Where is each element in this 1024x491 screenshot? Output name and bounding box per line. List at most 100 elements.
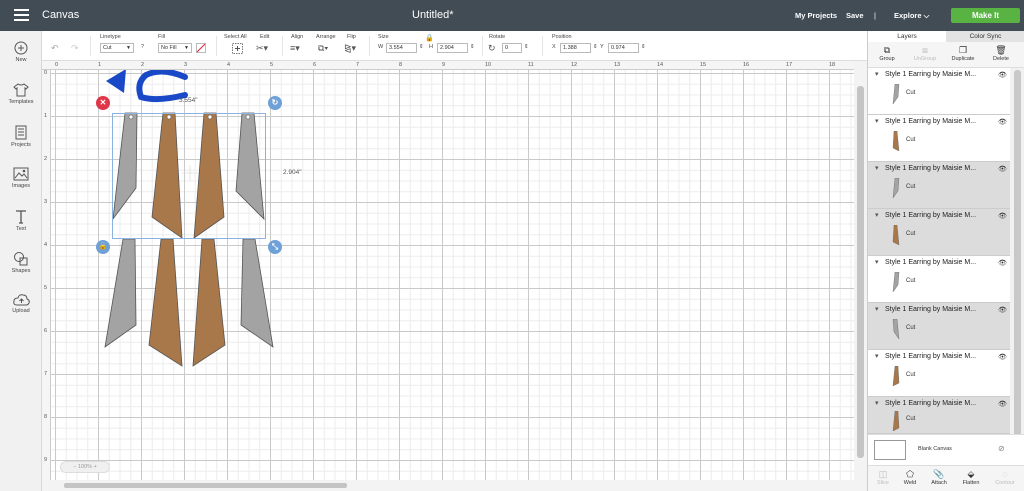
select-all-icon[interactable] [232,43,243,54]
my-projects-link[interactable]: My Projects [795,11,837,20]
ungroup-button[interactable]: ⧈ UnGroup [906,45,944,62]
flatten-button[interactable]: ⬙ Flatten [956,469,986,486]
lock-icon[interactable]: 🔒 [425,34,434,44]
blank-canvas-swatch[interactable] [874,440,906,460]
expand-caret-icon[interactable]: ▾ [875,399,879,407]
sidebar-label-shapes: Shapes [11,268,31,274]
projects-icon [15,125,27,140]
layer-item[interactable]: ▾ Style 1 Earring by Maisie M... 👁 Cut [868,162,1010,209]
sidebar-item-upload[interactable]: Upload [0,293,42,314]
expand-caret-icon[interactable]: ▾ [875,70,879,78]
scissors-icon[interactable]: ✂▾ [256,43,268,53]
horizontal-scrollbar[interactable] [42,480,854,491]
zoom-control[interactable]: − 100% + [60,461,110,473]
x-label: X [552,44,556,50]
layers-scrollbar-thumb[interactable] [1014,70,1021,462]
flip-icon[interactable]: ⧎▾ [344,43,356,53]
sidebar-item-text[interactable]: Text [0,209,42,232]
stepper-icon[interactable]: ⇕ [419,44,424,50]
contour-button[interactable]: ◌ Contour [988,469,1022,486]
expand-caret-icon[interactable]: ▾ [875,305,879,313]
delete-handle-icon[interactable]: ✕ [96,96,110,110]
edit-label: Edit [260,34,270,40]
eye-icon[interactable]: 👁 [998,353,1007,361]
height-input[interactable]: 2.904 [437,43,468,53]
delete-button[interactable]: 🗑 Delete [982,45,1020,62]
sidebar-item-shapes[interactable]: Shapes [0,251,42,274]
eye-icon[interactable]: 👁 [998,306,1007,314]
layers-scrollbar[interactable] [1010,68,1024,464]
zoom-out-icon[interactable]: − [73,464,76,470]
earring-piece-brown[interactable] [192,238,226,367]
earring-piece-grey[interactable] [104,238,137,348]
eye-icon[interactable]: 👁 [998,212,1007,220]
eye-slash-icon[interactable]: ⊘ [998,444,1005,453]
zoom-in-icon[interactable]: + [94,464,97,470]
duplicate-button[interactable]: ❐ Duplicate [944,45,982,62]
stepper-icon[interactable]: ⇕ [593,44,598,50]
slice-button[interactable]: ◫ Slice [868,469,898,486]
sidebar-item-templates[interactable]: Templates [0,83,42,105]
attach-button[interactable]: 📎 Attach [924,469,954,486]
expand-caret-icon[interactable]: ▾ [875,352,879,360]
group-button[interactable]: ⧉ Group [868,45,906,62]
resize-handle-icon[interactable]: ⤡ [268,240,282,254]
sidebar-item-new[interactable]: New [0,41,42,63]
help-icon[interactable]: ? [141,44,144,50]
hamburger-menu-icon[interactable] [14,9,29,21]
eye-icon[interactable]: 👁 [998,165,1007,173]
linetype-select[interactable]: Cut ▼ [100,43,134,53]
rotate-handle-icon[interactable]: ↻ [268,96,282,110]
weld-button[interactable]: ⬠ Weld [895,469,925,486]
expand-caret-icon[interactable]: ▾ [875,164,879,172]
eye-icon[interactable]: 👁 [998,118,1007,126]
tab-layers[interactable]: Layers [868,31,946,42]
x-position-input[interactable]: 1.388 [560,43,591,53]
explore-menu[interactable]: Explore ⌵ [894,11,929,21]
fill-select[interactable]: No Fill ▼ [158,43,192,53]
layer-item[interactable]: ▾ Style 1 Earring by Maisie M... 👁 Cut [868,397,1010,434]
expand-caret-icon[interactable]: ▾ [875,117,879,125]
redo-icon[interactable]: ↷ [71,43,79,53]
document-title[interactable]: Untitled* [412,9,454,21]
layer-item[interactable]: ▾ Style 1 Earring by Maisie M... 👁 Cut [868,68,1010,115]
lock-handle-icon[interactable]: 🔒 [96,240,110,254]
eye-icon[interactable]: 👁 [998,71,1007,79]
earring-piece-grey[interactable] [240,238,274,348]
expand-caret-icon[interactable]: ▾ [875,211,879,219]
eye-icon[interactable]: 👁 [998,400,1007,408]
stepper-icon[interactable]: ⇕ [524,44,529,50]
fill-color-swatch-icon[interactable] [196,43,206,53]
tab-color-sync[interactable]: Color Sync [946,31,1024,42]
expand-caret-icon[interactable]: ▾ [875,258,879,266]
make-it-button[interactable]: Make It [951,8,1020,23]
layer-item[interactable]: ▾ Style 1 Earring by Maisie M... 👁 Cut [868,209,1010,256]
save-link[interactable]: Save [846,11,864,20]
horizontal-scrollbar-thumb[interactable] [64,483,347,488]
layer-item[interactable]: ▾ Style 1 Earring by Maisie M... 👁 Cut [868,350,1010,397]
blank-canvas-row[interactable]: Blank Canvas ⊘ [868,434,1024,464]
ruler-top-tick: 11 [528,62,534,68]
y-position-input[interactable]: 0.974 [608,43,639,53]
selection-bounding-box[interactable] [112,113,266,239]
eye-icon[interactable]: 👁 [998,259,1007,267]
sidebar-item-projects[interactable]: Projects [0,125,42,148]
rotate-input[interactable]: 0 [502,43,522,53]
undo-icon[interactable]: ↶ [51,43,59,53]
earring-piece-brown[interactable] [148,238,183,367]
layer-thumbnail [892,178,900,198]
ruler-top-tick: 1 [98,62,102,68]
vertical-scrollbar-thumb[interactable] [857,86,864,458]
height-dimension-label: 2.904" [283,169,302,176]
layer-item[interactable]: ▾ Style 1 Earring by Maisie M... 👁 Cut [868,115,1010,162]
align-icon[interactable]: ≡▾ [290,43,300,53]
sidebar-item-images[interactable]: Images [0,167,42,189]
vertical-scrollbar[interactable] [854,61,867,491]
layer-item[interactable]: ▾ Style 1 Earring by Maisie M... 👁 Cut [868,303,1010,350]
stepper-icon[interactable]: ⇕ [641,44,646,50]
arrange-icon[interactable]: ⧉▾ [318,43,328,53]
width-input[interactable]: 3.554 [386,43,417,53]
stepper-icon[interactable]: ⇕ [470,44,475,50]
layer-item[interactable]: ▾ Style 1 Earring by Maisie M... 👁 Cut [868,256,1010,303]
dropdown-arrow-icon: ▼ [126,45,131,51]
